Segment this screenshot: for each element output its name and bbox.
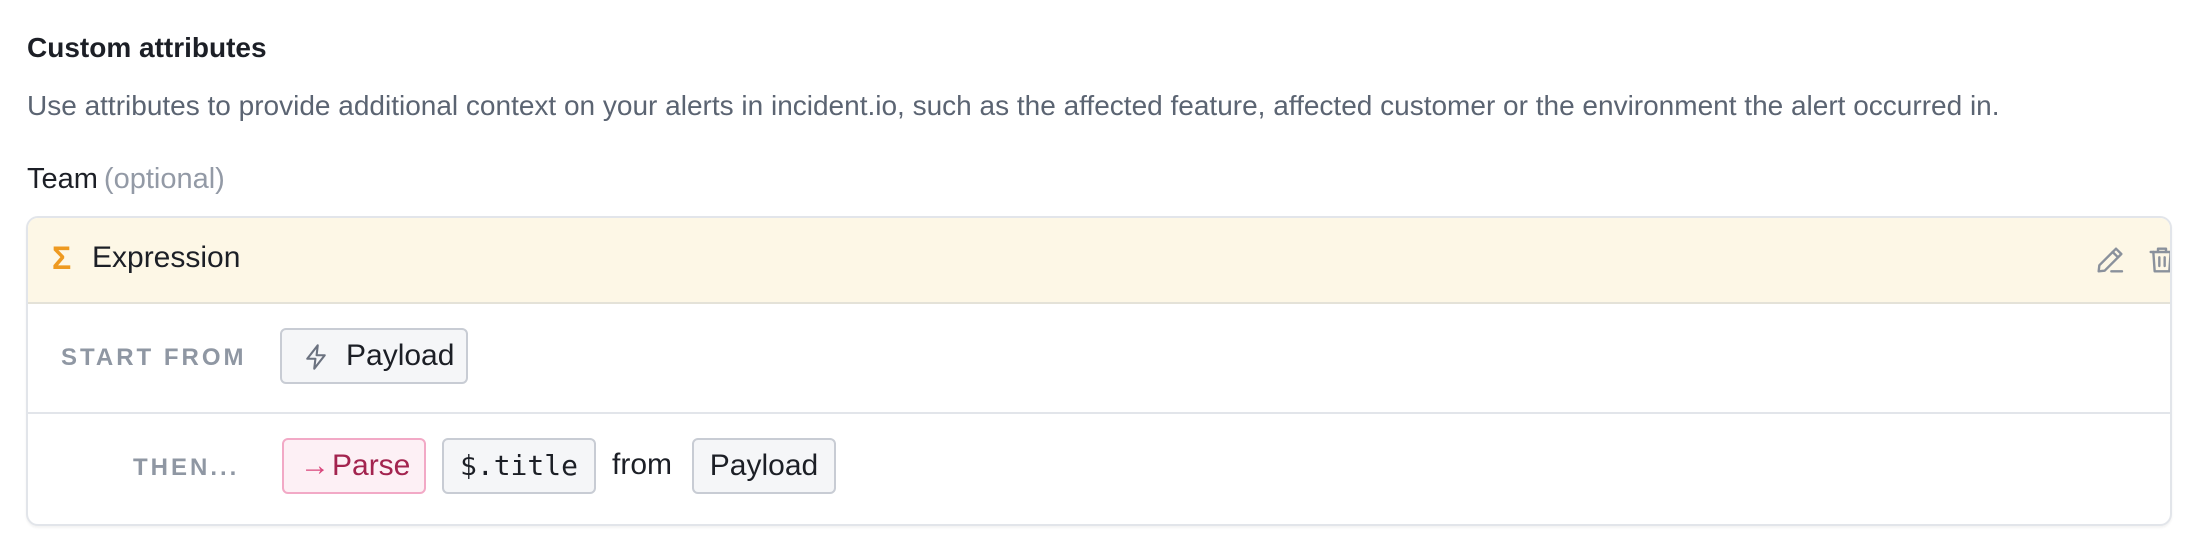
field-label-text: Team bbox=[27, 163, 98, 195]
then-row: THEN... → Parse $.title from Payload bbox=[28, 414, 2170, 522]
optional-label: (optional) bbox=[103, 163, 225, 195]
arrow-right-icon: → bbox=[300, 449, 330, 482]
json-path-chip[interactable]: $.title bbox=[442, 438, 596, 494]
payload-source-label: Payload bbox=[346, 339, 455, 372]
expression-card: Σ Expression START FROM Payload THEN... … bbox=[26, 216, 2172, 526]
team-field-label: Team (optional) bbox=[27, 163, 225, 196]
sigma-icon: Σ bbox=[52, 240, 72, 276]
expression-header: Σ Expression bbox=[28, 218, 2170, 304]
start-from-row: START FROM Payload bbox=[28, 304, 2170, 414]
payload-target-chip[interactable]: Payload bbox=[692, 438, 836, 494]
then-label: THEN... bbox=[133, 454, 240, 481]
section-description: Use attributes to provide additional con… bbox=[27, 90, 2000, 121]
bolt-icon bbox=[306, 344, 326, 370]
from-text: from bbox=[612, 448, 672, 481]
parse-operation-button[interactable]: → Parse bbox=[282, 438, 426, 494]
expression-title: Expression bbox=[92, 241, 241, 274]
section-title: Custom attributes bbox=[27, 32, 267, 63]
start-from-label: START FROM bbox=[61, 344, 247, 371]
parse-label: Parse bbox=[332, 449, 411, 482]
edit-icon[interactable] bbox=[2094, 244, 2126, 276]
trash-icon[interactable] bbox=[2146, 244, 2172, 276]
payload-source-button[interactable]: Payload bbox=[280, 328, 468, 384]
